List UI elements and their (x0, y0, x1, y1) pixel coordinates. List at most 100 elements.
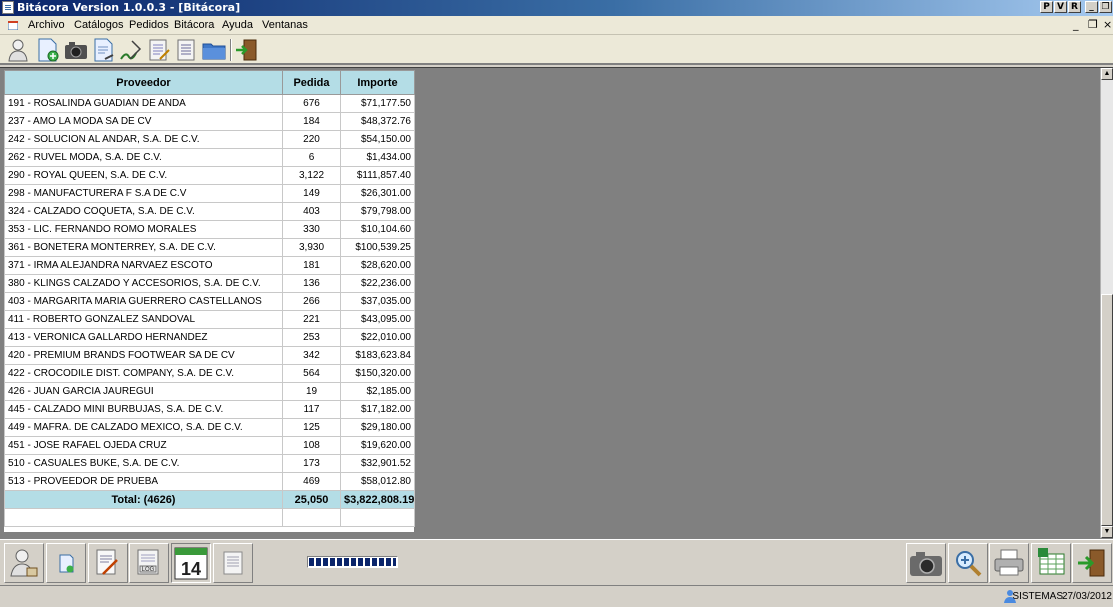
new-document-icon[interactable] (35, 37, 61, 63)
cell-proveedor[interactable]: 403 - MARGARITA MARIA GUERRERO CASTELLAN… (4, 292, 283, 311)
cell-pedida[interactable]: 125 (282, 418, 341, 437)
camera-button[interactable] (906, 543, 946, 583)
cell-pedida[interactable]: 676 (282, 94, 341, 113)
window-menu-icon[interactable] (8, 21, 18, 30)
cell-importe[interactable]: $37,035.00 (340, 292, 415, 311)
document-search-icon[interactable] (91, 37, 117, 63)
cell-pedida[interactable]: 149 (282, 184, 341, 203)
table-row[interactable]: 422 - CROCODILE DIST. COMPANY, S.A. DE C… (4, 364, 415, 383)
header-importe[interactable]: Importe (340, 70, 415, 95)
menu-ayuda[interactable]: Ayuda (222, 19, 253, 31)
cell-proveedor[interactable]: 324 - CALZADO COQUETA, S.A. DE C.V. (4, 202, 283, 221)
table-row[interactable]: 420 - PREMIUM BRANDS FOOTWEAR SA DE CV 34… (4, 346, 415, 365)
empty-cell[interactable] (282, 508, 341, 527)
table-row[interactable]: 298 - MANUFACTURERA F S.A DE C.V 149 $26,3… (4, 184, 415, 203)
cell-proveedor[interactable]: 513 - PROVEEDOR DE PRUEBA (4, 472, 283, 491)
empty-row[interactable] (4, 508, 415, 527)
table-row[interactable]: 361 - BONETERA MONTERREY, S.A. DE C.V. 3,… (4, 238, 415, 257)
excel-button[interactable] (1031, 543, 1071, 583)
cell-pedida[interactable]: 117 (282, 400, 341, 419)
table-row[interactable]: 191 - ROSALINDA GUADIAN DE ANDA 676 $71,17… (4, 94, 415, 113)
cell-importe[interactable]: $19,620.00 (340, 436, 415, 455)
cell-importe[interactable]: $43,095.00 (340, 310, 415, 329)
cell-proveedor[interactable]: 361 - BONETERA MONTERREY, S.A. DE C.V. (4, 238, 283, 257)
empty-cell[interactable] (340, 508, 415, 527)
table-row[interactable]: 262 - RUVEL MODA, S.A. DE C.V. 6 $1,434.00 (4, 148, 415, 167)
user-button[interactable] (4, 543, 44, 583)
table-row[interactable]: 242 - SOLUCION AL ANDAR, S.A. DE C.V. 220… (4, 130, 415, 149)
menu-ventanas[interactable]: Ventanas (262, 19, 308, 31)
cell-pedida[interactable]: 564 (282, 364, 341, 383)
table-row[interactable]: 413 - VERONICA GALLARDO HERNANDEZ 253 $22,… (4, 328, 415, 347)
table-row[interactable]: 426 - JUAN GARCIA JAUREGUI 19 $2,185.00 (4, 382, 415, 401)
table-row[interactable]: 290 - ROYAL QUEEN, S.A. DE C.V. 3,122 $111… (4, 166, 415, 185)
cell-pedida[interactable]: 3,122 (282, 166, 341, 185)
camera-icon[interactable] (63, 37, 89, 63)
cell-proveedor[interactable]: 449 - MAFRA. DE CALZADO MEXICO, S.A. DE … (4, 418, 283, 437)
cell-pedida[interactable]: 184 (282, 112, 341, 131)
log-button[interactable]: LOG (129, 543, 169, 583)
report-button[interactable] (213, 543, 253, 583)
cell-proveedor[interactable]: 445 - CALZADO MINI BURBUJAS, S.A. DE C.V… (4, 400, 283, 419)
table-row[interactable]: 513 - PROVEEDOR DE PRUEBA 469 $58,012.80 (4, 472, 415, 491)
maximize-button[interactable]: ❐ (1099, 1, 1112, 13)
cell-pedida[interactable]: 403 (282, 202, 341, 221)
cell-pedida[interactable]: 6 (282, 148, 341, 167)
cell-importe[interactable]: $183,623.84 (340, 346, 415, 365)
empty-cell[interactable] (4, 508, 283, 527)
cell-importe[interactable]: $71,177.50 (340, 94, 415, 113)
table-row[interactable]: 380 - KLINGS CALZADO Y ACCESORIOS, S.A. … (4, 274, 415, 293)
cell-pedida[interactable]: 19 (282, 382, 341, 401)
list-document-icon[interactable] (173, 37, 199, 63)
table-row[interactable]: 411 - ROBERTO GONZALEZ SANDOVAL 221 $43,09… (4, 310, 415, 329)
calendar-button[interactable]: 14 (171, 543, 211, 583)
new-order-button[interactable] (46, 543, 86, 583)
cell-pedida[interactable]: 181 (282, 256, 341, 275)
scroll-thumb[interactable] (1101, 294, 1113, 526)
table-row[interactable]: 371 - IRMA ALEJANDRA NARVAEZ ESCOTO 181 $2… (4, 256, 415, 275)
table-row[interactable]: 237 - AMO LA MODA SA DE CV 184 $48,372.76 (4, 112, 415, 131)
exit-button[interactable] (1072, 543, 1112, 583)
menu-pedidos[interactable]: Pedidos (129, 19, 169, 31)
table-row[interactable]: 324 - CALZADO COQUETA, S.A. DE C.V. 403 $7… (4, 202, 415, 221)
cell-proveedor[interactable]: 298 - MANUFACTURERA F S.A DE C.V (4, 184, 283, 203)
cell-proveedor[interactable]: 413 - VERONICA GALLARDO HERNANDEZ (4, 328, 283, 347)
signature-icon[interactable] (118, 37, 144, 63)
exit-door-icon[interactable] (234, 37, 260, 63)
cell-pedida[interactable]: 108 (282, 436, 341, 455)
cell-importe[interactable]: $22,010.00 (340, 328, 415, 347)
cell-importe[interactable]: $29,180.00 (340, 418, 415, 437)
minimize-button[interactable]: _ (1085, 1, 1098, 13)
cell-pedida[interactable]: 266 (282, 292, 341, 311)
cell-proveedor[interactable]: 420 - PREMIUM BRANDS FOOTWEAR SA DE CV (4, 346, 283, 365)
cell-pedida[interactable]: 342 (282, 346, 341, 365)
cell-pedida[interactable]: 221 (282, 310, 341, 329)
header-proveedor[interactable]: Proveedor (4, 70, 283, 95)
cell-importe[interactable]: $26,301.00 (340, 184, 415, 203)
cell-proveedor[interactable]: 371 - IRMA ALEJANDRA NARVAEZ ESCOTO (4, 256, 283, 275)
cell-proveedor[interactable]: 411 - ROBERTO GONZALEZ SANDOVAL (4, 310, 283, 329)
cell-importe[interactable]: $22,236.00 (340, 274, 415, 293)
cell-importe[interactable]: $111,857.40 (340, 166, 415, 185)
cell-pedida[interactable]: 173 (282, 454, 341, 473)
cell-proveedor[interactable]: 380 - KLINGS CALZADO Y ACCESORIOS, S.A. … (4, 274, 283, 293)
cell-importe[interactable]: $17,182.00 (340, 400, 415, 419)
cell-importe[interactable]: $2,185.00 (340, 382, 415, 401)
cell-proveedor[interactable]: 451 - JOSE RAFAEL OJEDA CRUZ (4, 436, 283, 455)
cell-proveedor[interactable]: 242 - SOLUCION AL ANDAR, S.A. DE C.V. (4, 130, 283, 149)
menu-bitacora[interactable]: Bitácora (174, 19, 214, 31)
cell-proveedor[interactable]: 422 - CROCODILE DIST. COMPANY, S.A. DE C… (4, 364, 283, 383)
table-row[interactable]: 445 - CALZADO MINI BURBUJAS, S.A. DE C.V… (4, 400, 415, 419)
v-button[interactable]: V (1054, 1, 1067, 13)
cell-pedida[interactable]: 136 (282, 274, 341, 293)
cell-importe[interactable]: $100,539.25 (340, 238, 415, 257)
cell-importe[interactable]: $48,372.76 (340, 112, 415, 131)
cell-importe[interactable]: $150,320.00 (340, 364, 415, 383)
mdi-minimize-button[interactable]: _ (1073, 18, 1079, 31)
cell-importe[interactable]: $58,012.80 (340, 472, 415, 491)
table-row[interactable]: 403 - MARGARITA MARIA GUERRERO CASTELLAN… (4, 292, 415, 311)
edit-document-icon[interactable] (146, 37, 172, 63)
table-row[interactable]: 449 - MAFRA. DE CALZADO MEXICO, S.A. DE … (4, 418, 415, 437)
cell-importe[interactable]: $1,434.00 (340, 148, 415, 167)
menu-catalogos[interactable]: Catálogos (74, 19, 124, 31)
